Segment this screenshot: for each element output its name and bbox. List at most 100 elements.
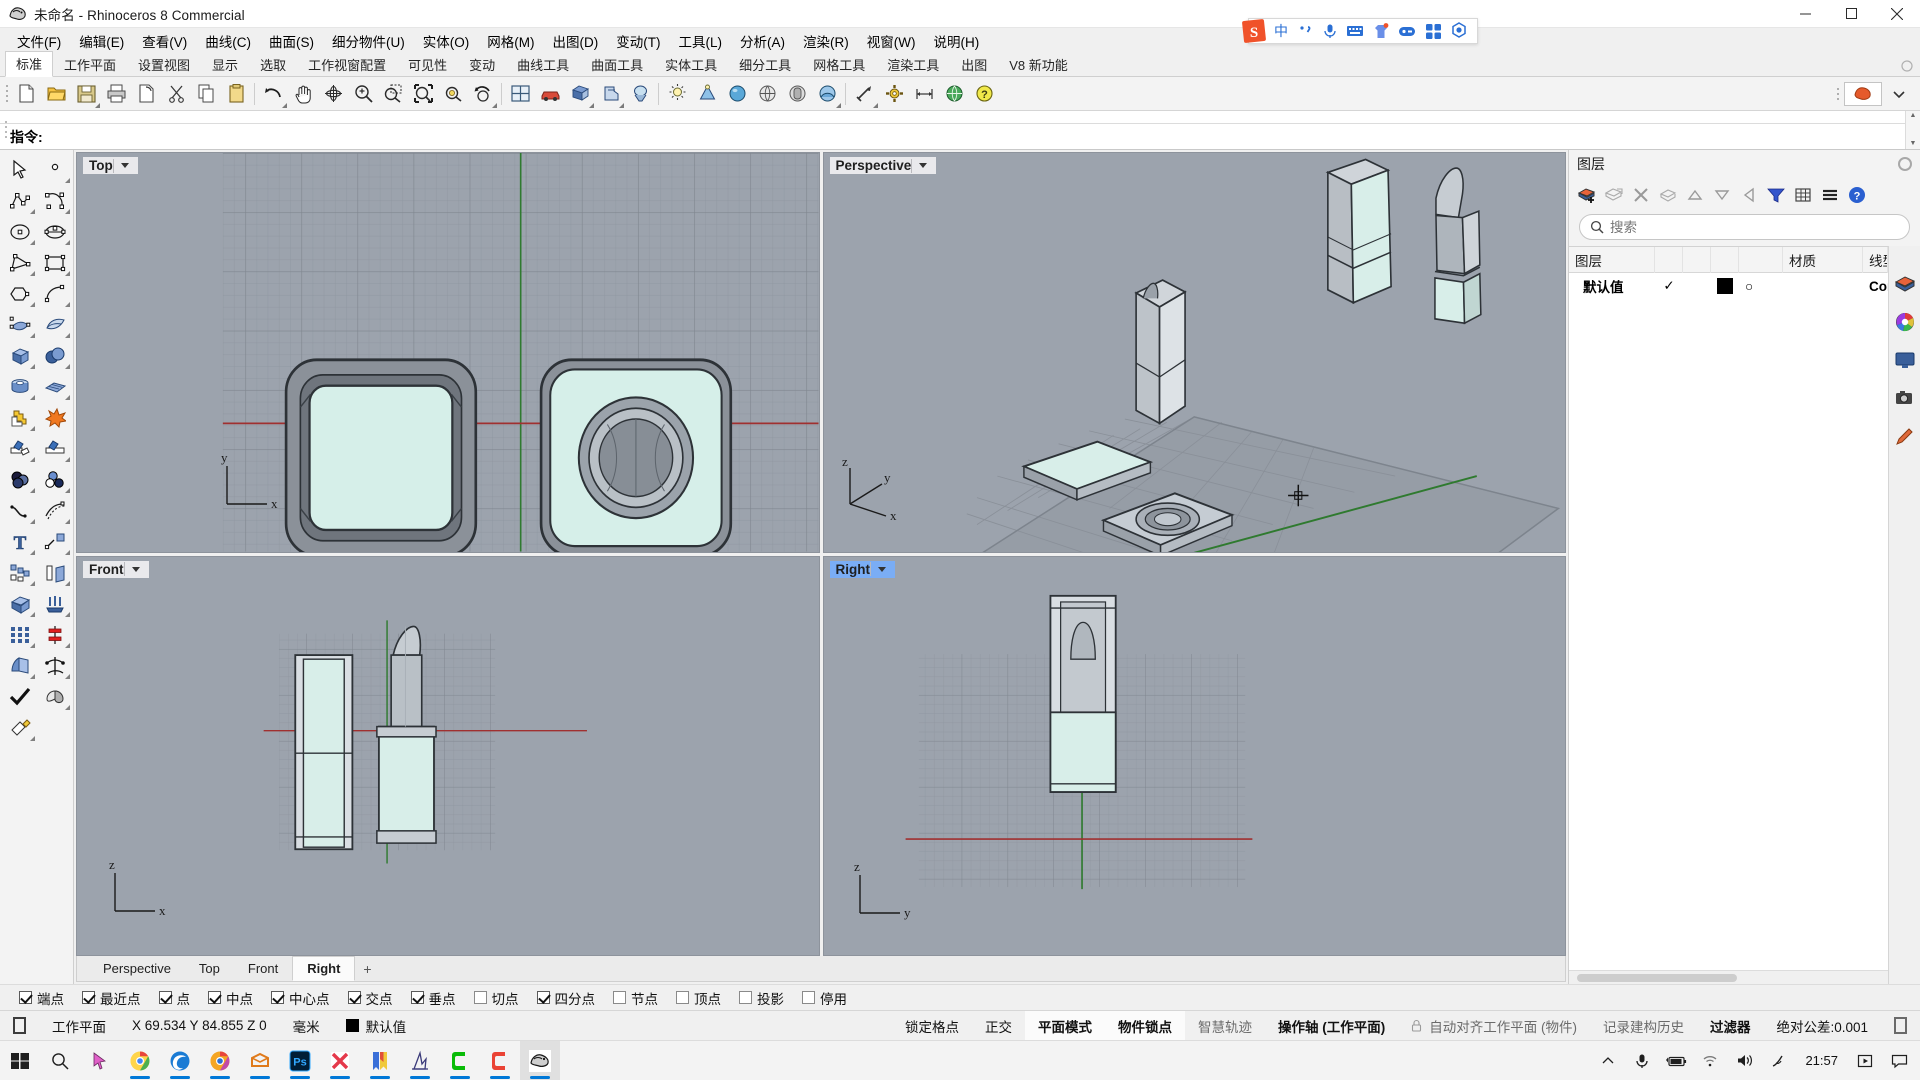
viewport-top-label[interactable]: Top bbox=[83, 157, 138, 174]
tab-subd-tools[interactable]: 细分工具 bbox=[728, 52, 802, 77]
split-icon[interactable] bbox=[37, 433, 72, 464]
wechat-icon[interactable] bbox=[440, 1041, 480, 1080]
command-scroll-down-icon[interactable]: ▼ bbox=[1906, 139, 1920, 149]
layer-column-lock[interactable] bbox=[1683, 247, 1711, 273]
menu-curve[interactable]: 曲线(C) bbox=[196, 28, 260, 54]
layer-search-box[interactable] bbox=[1579, 214, 1910, 240]
polyline-icon[interactable] bbox=[2, 185, 37, 216]
copy-layer-icon[interactable] bbox=[1656, 183, 1680, 207]
leader-icon[interactable] bbox=[37, 526, 72, 557]
command-scrollbar[interactable]: ▲ ▼ bbox=[1905, 111, 1920, 149]
trim-icon[interactable] bbox=[2, 433, 37, 464]
keyboard-icon[interactable] bbox=[1343, 19, 1367, 43]
rhino-logo-small-icon[interactable] bbox=[1844, 81, 1882, 106]
move-down-icon[interactable] bbox=[1710, 183, 1734, 207]
osnap-perpendicular[interactable]: 垂点 bbox=[402, 988, 465, 1008]
osnap-quadrant[interactable]: 四分点 bbox=[528, 988, 605, 1008]
units-label[interactable]: 毫米 bbox=[280, 1011, 333, 1041]
zoom-window-icon[interactable] bbox=[378, 79, 408, 109]
chevron-up-icon[interactable] bbox=[1591, 1041, 1625, 1080]
skin-icon[interactable] bbox=[1369, 19, 1393, 43]
menu-view[interactable]: 查看(V) bbox=[133, 28, 196, 54]
pan-icon[interactable] bbox=[288, 79, 318, 109]
menu-edit[interactable]: 编辑(E) bbox=[70, 28, 133, 54]
osnap-endpoint-checkbox[interactable] bbox=[19, 991, 32, 1004]
arc-icon[interactable] bbox=[2, 247, 37, 278]
help-icon[interactable]: ? bbox=[1845, 183, 1869, 207]
menu-analyze[interactable]: 分析(A) bbox=[731, 28, 794, 54]
dimension-icon[interactable] bbox=[909, 79, 939, 109]
osnap-point[interactable]: 点 bbox=[150, 988, 200, 1008]
layer-column-material[interactable]: 材质 bbox=[1783, 247, 1863, 273]
command-line[interactable]: 指令: bbox=[0, 123, 1920, 149]
menu-surface[interactable]: 曲面(S) bbox=[260, 28, 323, 54]
copy-icon[interactable] bbox=[191, 79, 221, 109]
viewport-perspective[interactable]: Perspective z y x bbox=[822, 152, 1566, 553]
close-button[interactable] bbox=[1874, 0, 1920, 28]
tab-viewport-layout[interactable]: 工作视窗配置 bbox=[297, 52, 397, 77]
boolean-difference-icon[interactable] bbox=[2, 464, 37, 495]
cplane-label[interactable]: 工作平面 bbox=[39, 1011, 119, 1041]
menu-transform[interactable]: 变动(T) bbox=[607, 28, 669, 54]
sketchup-icon[interactable] bbox=[240, 1041, 280, 1080]
edge-icon[interactable] bbox=[160, 1041, 200, 1080]
surface-patch-icon[interactable] bbox=[37, 371, 72, 402]
osnap-center-checkbox[interactable] bbox=[271, 991, 284, 1004]
layer-on-checkmark[interactable]: ✓ bbox=[1655, 273, 1683, 299]
osnap-midpoint[interactable]: 中点 bbox=[199, 988, 262, 1008]
settings-icon[interactable] bbox=[1447, 19, 1471, 43]
sphere-icon[interactable] bbox=[37, 340, 72, 371]
zoom-extents-icon[interactable] bbox=[408, 79, 438, 109]
osnap-vertex[interactable]: 顶点 bbox=[667, 988, 730, 1008]
toggle-grid-snap[interactable]: 锁定格点 bbox=[892, 1011, 972, 1041]
microphone-icon[interactable] bbox=[1319, 19, 1341, 43]
viewport-right-label[interactable]: Right bbox=[829, 560, 895, 578]
polygon-icon[interactable] bbox=[2, 278, 37, 309]
tab-curve-tools[interactable]: 曲线工具 bbox=[506, 52, 580, 77]
tab-transform[interactable]: 变动 bbox=[458, 52, 506, 77]
tab-solid-tools[interactable]: 实体工具 bbox=[654, 52, 728, 77]
layer-row-default[interactable]: 默认值 ✓ ○ Cor bbox=[1569, 273, 1888, 299]
toggle-auto-cplane[interactable]: 自动对齐工作平面 (物件) bbox=[1398, 1011, 1590, 1041]
layer-column-name[interactable]: 图层 bbox=[1569, 247, 1655, 273]
keyshot-icon[interactable] bbox=[400, 1041, 440, 1080]
spotlight-icon[interactable] bbox=[692, 79, 722, 109]
command-area-grip[interactable] bbox=[2, 115, 9, 143]
extrude-icon[interactable] bbox=[37, 588, 72, 619]
help-icon[interactable]: ? bbox=[969, 79, 999, 109]
osnap-intersection-checkbox[interactable] bbox=[347, 991, 361, 1004]
rotate-view-icon[interactable] bbox=[318, 79, 348, 109]
toggle-smarttrack[interactable]: 智慧轨迹 bbox=[1185, 1011, 1265, 1041]
list-icon[interactable] bbox=[1818, 183, 1842, 207]
status-bar-resize-grip[interactable] bbox=[1881, 1011, 1920, 1041]
toggle-osnap[interactable]: 物件锁点 bbox=[1104, 1010, 1185, 1041]
battery-icon[interactable] bbox=[1659, 1041, 1693, 1080]
toggle-planar[interactable]: 平面模式 bbox=[1024, 1010, 1105, 1041]
print-icon[interactable] bbox=[101, 79, 131, 109]
paint-icon[interactable] bbox=[2, 712, 37, 743]
punctuation-icon[interactable] bbox=[1295, 19, 1317, 43]
menu-render[interactable]: 渲染(R) bbox=[794, 28, 858, 54]
copy-to-clipboard-icon[interactable] bbox=[131, 79, 161, 109]
unroll-icon[interactable] bbox=[2, 650, 37, 681]
command-scroll-up-icon[interactable]: ▲ bbox=[1906, 111, 1920, 121]
osnap-midpoint-checkbox[interactable] bbox=[208, 991, 221, 1004]
fillet-curve-icon[interactable] bbox=[37, 278, 72, 309]
menu-help[interactable]: 说明(H) bbox=[924, 28, 988, 54]
layer-table-hscrollbar[interactable] bbox=[1569, 970, 1888, 984]
layer-search-input[interactable] bbox=[1610, 219, 1899, 235]
undo-view-icon[interactable] bbox=[468, 79, 498, 109]
add-viewport-tab-icon[interactable]: + bbox=[355, 956, 379, 981]
taskbar-clock[interactable]: 21:57 bbox=[1795, 1053, 1848, 1068]
search-icon[interactable] bbox=[40, 1041, 80, 1080]
layer-print-circle[interactable]: ○ bbox=[1739, 273, 1783, 299]
menu-subd[interactable]: 细分物件(U) bbox=[323, 28, 414, 54]
toggle-filter[interactable]: 过滤器 bbox=[1697, 1011, 1764, 1041]
menu-mesh[interactable]: 网格(M) bbox=[478, 28, 543, 54]
toolbar-overflow-icon[interactable] bbox=[1884, 79, 1914, 109]
layer-name[interactable]: 默认值 bbox=[1569, 273, 1655, 299]
render-preview-icon[interactable] bbox=[812, 79, 842, 109]
pen-icon[interactable] bbox=[1893, 424, 1917, 448]
menu-solid[interactable]: 实体(O) bbox=[414, 28, 479, 54]
render-cylinder-icon[interactable] bbox=[782, 79, 812, 109]
